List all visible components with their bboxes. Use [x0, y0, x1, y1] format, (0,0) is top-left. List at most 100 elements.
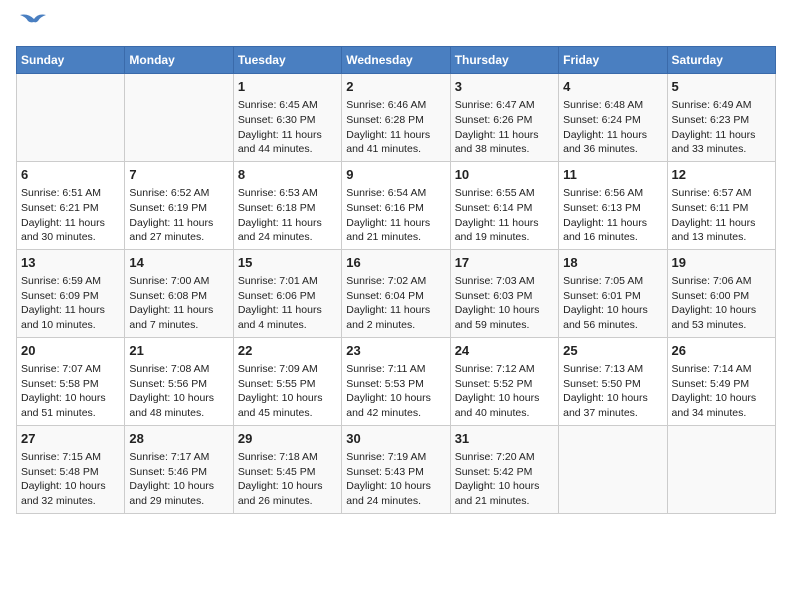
cell-day-number: 18 — [563, 254, 662, 272]
cell-day-number: 11 — [563, 166, 662, 184]
calendar-cell: 14 Sunrise: 7:00 AMSunset: 6:08 PMDayligh… — [125, 249, 233, 337]
cell-day-number: 16 — [346, 254, 445, 272]
cell-info: Sunrise: 6:48 AMSunset: 6:24 PMDaylight:… — [563, 98, 662, 157]
column-header-thursday: Thursday — [450, 47, 558, 74]
calendar-cell: 23 Sunrise: 7:11 AMSunset: 5:53 PMDayligh… — [342, 337, 450, 425]
cell-info: Sunrise: 6:46 AMSunset: 6:28 PMDaylight:… — [346, 98, 445, 157]
cell-day-number: 25 — [563, 342, 662, 360]
cell-info: Sunrise: 7:07 AMSunset: 5:58 PMDaylight:… — [21, 362, 120, 421]
page-header — [16, 16, 776, 38]
cell-info: Sunrise: 7:19 AMSunset: 5:43 PMDaylight:… — [346, 450, 445, 509]
cell-info: Sunrise: 7:20 AMSunset: 5:42 PMDaylight:… — [455, 450, 554, 509]
cell-day-number: 26 — [672, 342, 771, 360]
cell-day-number: 1 — [238, 78, 337, 96]
cell-day-number: 3 — [455, 78, 554, 96]
cell-day-number: 19 — [672, 254, 771, 272]
cell-day-number: 28 — [129, 430, 228, 448]
cell-day-number: 20 — [21, 342, 120, 360]
week-row-4: 20 Sunrise: 7:07 AMSunset: 5:58 PMDayligh… — [17, 337, 776, 425]
column-header-saturday: Saturday — [667, 47, 775, 74]
calendar-header: SundayMondayTuesdayWednesdayThursdayFrid… — [17, 47, 776, 74]
cell-info: Sunrise: 6:45 AMSunset: 6:30 PMDaylight:… — [238, 98, 337, 157]
column-header-sunday: Sunday — [17, 47, 125, 74]
calendar-cell: 11 Sunrise: 6:56 AMSunset: 6:13 PMDayligh… — [559, 161, 667, 249]
cell-day-number: 7 — [129, 166, 228, 184]
cell-info: Sunrise: 7:06 AMSunset: 6:00 PMDaylight:… — [672, 274, 771, 333]
calendar-cell: 5Sunrise: 6:49 AMSunset: 6:23 PMDaylight… — [667, 74, 775, 162]
cell-info: Sunrise: 7:05 AMSunset: 6:01 PMDaylight:… — [563, 274, 662, 333]
calendar-cell — [667, 425, 775, 513]
cell-day-number: 5 — [672, 78, 771, 96]
header-row: SundayMondayTuesdayWednesdayThursdayFrid… — [17, 47, 776, 74]
calendar-cell: 20 Sunrise: 7:07 AMSunset: 5:58 PMDayligh… — [17, 337, 125, 425]
cell-day-number: 10 — [455, 166, 554, 184]
calendar-cell: 15 Sunrise: 7:01 AMSunset: 6:06 PMDayligh… — [233, 249, 341, 337]
week-row-1: 1 Sunrise: 6:45 AMSunset: 6:30 PMDaylight… — [17, 74, 776, 162]
cell-day-number: 29 — [238, 430, 337, 448]
calendar-cell: 1 Sunrise: 6:45 AMSunset: 6:30 PMDaylight… — [233, 74, 341, 162]
calendar-cell: 22 Sunrise: 7:09 AMSunset: 5:55 PMDayligh… — [233, 337, 341, 425]
calendar-cell: 24 Sunrise: 7:12 AMSunset: 5:52 PMDayligh… — [450, 337, 558, 425]
cell-day-number: 6 — [21, 166, 120, 184]
cell-info: Sunrise: 7:00 AMSunset: 6:08 PMDaylight:… — [129, 274, 228, 333]
calendar-table: SundayMondayTuesdayWednesdayThursdayFrid… — [16, 46, 776, 514]
cell-day-number: 4 — [563, 78, 662, 96]
calendar-cell: 29 Sunrise: 7:18 AMSunset: 5:45 PMDayligh… — [233, 425, 341, 513]
week-row-2: 6Sunrise: 6:51 AMSunset: 6:21 PMDaylight… — [17, 161, 776, 249]
calendar-cell: 17Sunrise: 7:03 AMSunset: 6:03 PMDayligh… — [450, 249, 558, 337]
calendar-cell: 4 Sunrise: 6:48 AMSunset: 6:24 PMDaylight… — [559, 74, 667, 162]
logo — [16, 16, 48, 38]
cell-day-number: 22 — [238, 342, 337, 360]
cell-day-number: 2 — [346, 78, 445, 96]
cell-day-number: 23 — [346, 342, 445, 360]
cell-day-number: 15 — [238, 254, 337, 272]
cell-info: Sunrise: 7:09 AMSunset: 5:55 PMDaylight:… — [238, 362, 337, 421]
column-header-friday: Friday — [559, 47, 667, 74]
cell-info: Sunrise: 7:17 AMSunset: 5:46 PMDaylight:… — [129, 450, 228, 509]
cell-info: Sunrise: 6:53 AMSunset: 6:18 PMDaylight:… — [238, 186, 337, 245]
calendar-cell: 18 Sunrise: 7:05 AMSunset: 6:01 PMDayligh… — [559, 249, 667, 337]
cell-info: Sunrise: 7:13 AMSunset: 5:50 PMDaylight:… — [563, 362, 662, 421]
cell-info: Sunrise: 6:56 AMSunset: 6:13 PMDaylight:… — [563, 186, 662, 245]
cell-info: Sunrise: 6:47 AMSunset: 6:26 PMDaylight:… — [455, 98, 554, 157]
cell-day-number: 30 — [346, 430, 445, 448]
calendar-body: 1 Sunrise: 6:45 AMSunset: 6:30 PMDaylight… — [17, 74, 776, 514]
cell-day-number: 9 — [346, 166, 445, 184]
cell-day-number: 27 — [21, 430, 120, 448]
cell-info: Sunrise: 7:08 AMSunset: 5:56 PMDaylight:… — [129, 362, 228, 421]
cell-day-number: 21 — [129, 342, 228, 360]
cell-day-number: 17 — [455, 254, 554, 272]
cell-day-number: 31 — [455, 430, 554, 448]
column-header-tuesday: Tuesday — [233, 47, 341, 74]
cell-info: Sunrise: 7:01 AMSunset: 6:06 PMDaylight:… — [238, 274, 337, 333]
calendar-cell: 26 Sunrise: 7:14 AMSunset: 5:49 PMDayligh… — [667, 337, 775, 425]
logo-bird-icon — [20, 13, 48, 33]
calendar-cell — [125, 74, 233, 162]
calendar-cell: 2 Sunrise: 6:46 AMSunset: 6:28 PMDaylight… — [342, 74, 450, 162]
cell-day-number: 13 — [21, 254, 120, 272]
calendar-cell — [17, 74, 125, 162]
calendar-cell: 12Sunrise: 6:57 AMSunset: 6:11 PMDayligh… — [667, 161, 775, 249]
calendar-cell: 21 Sunrise: 7:08 AMSunset: 5:56 PMDayligh… — [125, 337, 233, 425]
cell-info: Sunrise: 7:18 AMSunset: 5:45 PMDaylight:… — [238, 450, 337, 509]
calendar-cell: 27 Sunrise: 7:15 AMSunset: 5:48 PMDayligh… — [17, 425, 125, 513]
cell-info: Sunrise: 6:59 AMSunset: 6:09 PMDaylight:… — [21, 274, 120, 333]
calendar-cell: 8Sunrise: 6:53 AMSunset: 6:18 PMDaylight… — [233, 161, 341, 249]
calendar-cell: 3 Sunrise: 6:47 AMSunset: 6:26 PMDaylight… — [450, 74, 558, 162]
cell-info: Sunrise: 7:11 AMSunset: 5:53 PMDaylight:… — [346, 362, 445, 421]
calendar-cell: 6Sunrise: 6:51 AMSunset: 6:21 PMDaylight… — [17, 161, 125, 249]
calendar-cell: 10 Sunrise: 6:55 AMSunset: 6:14 PMDayligh… — [450, 161, 558, 249]
column-header-monday: Monday — [125, 47, 233, 74]
cell-info: Sunrise: 7:12 AMSunset: 5:52 PMDaylight:… — [455, 362, 554, 421]
cell-day-number: 24 — [455, 342, 554, 360]
cell-info: Sunrise: 6:52 AMSunset: 6:19 PMDaylight:… — [129, 186, 228, 245]
cell-info: Sunrise: 7:15 AMSunset: 5:48 PMDaylight:… — [21, 450, 120, 509]
calendar-cell: 30 Sunrise: 7:19 AMSunset: 5:43 PMDayligh… — [342, 425, 450, 513]
calendar-cell: 9Sunrise: 6:54 AMSunset: 6:16 PMDaylight… — [342, 161, 450, 249]
cell-info: Sunrise: 7:14 AMSunset: 5:49 PMDaylight:… — [672, 362, 771, 421]
cell-info: Sunrise: 6:55 AMSunset: 6:14 PMDaylight:… — [455, 186, 554, 245]
calendar-cell — [559, 425, 667, 513]
column-header-wednesday: Wednesday — [342, 47, 450, 74]
cell-day-number: 12 — [672, 166, 771, 184]
cell-day-number: 14 — [129, 254, 228, 272]
